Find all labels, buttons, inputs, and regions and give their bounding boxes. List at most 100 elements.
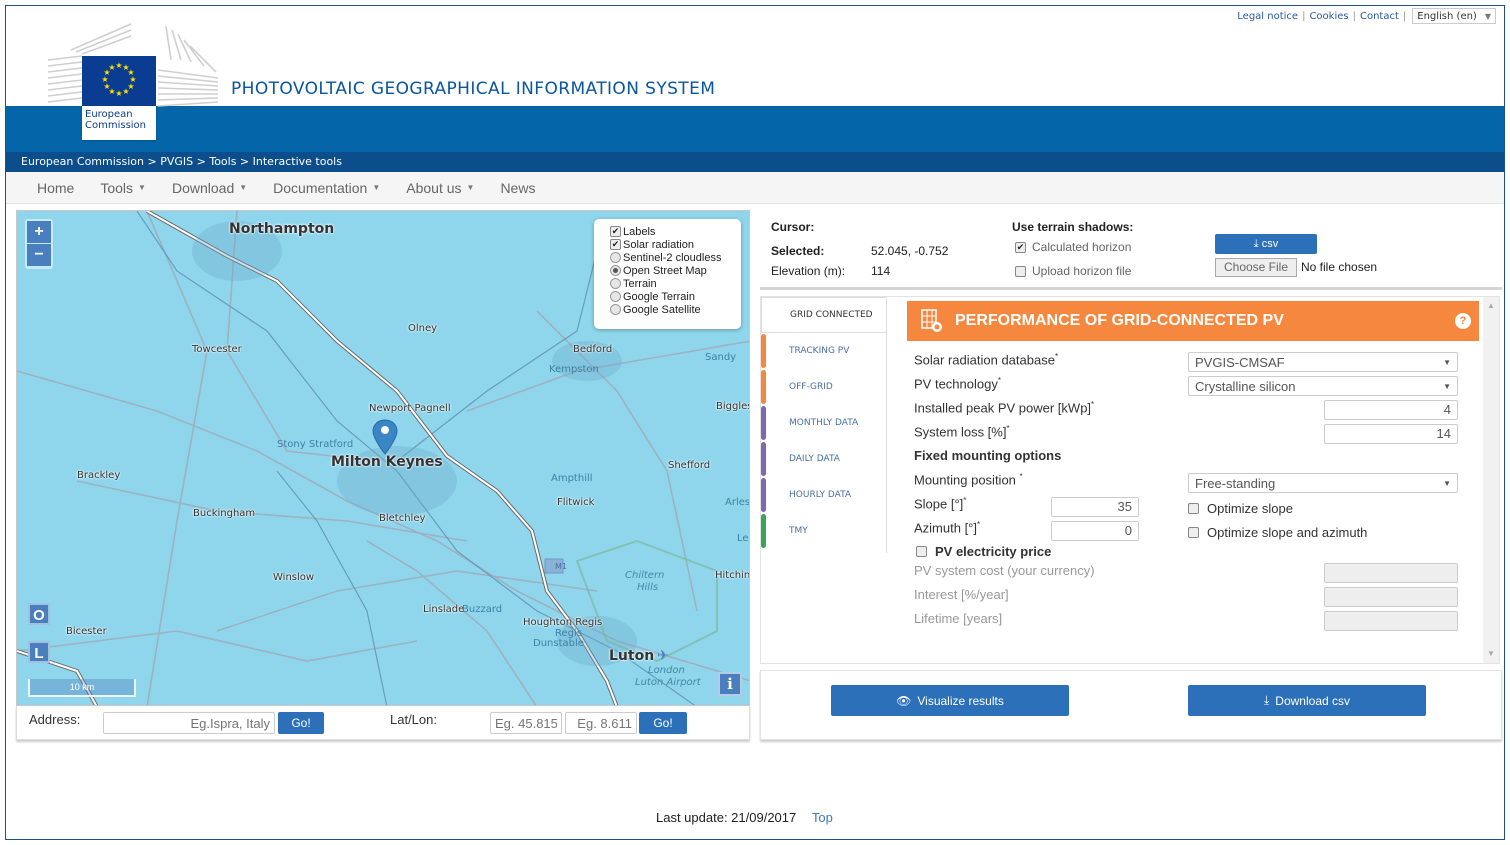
language-select[interactable]: English (en) ▼: [1412, 8, 1496, 24]
layer-radio[interactable]: [610, 304, 621, 315]
map-view[interactable]: + − Northampton Towcester Olney Bedford …: [16, 210, 750, 706]
help-icon[interactable]: ?: [1455, 313, 1471, 329]
tab-color-bar: [761, 334, 766, 368]
nav-item-news[interactable]: News: [487, 180, 548, 196]
location-pin-icon[interactable]: [372, 419, 398, 455]
pv-price-checkbox[interactable]: [916, 546, 927, 557]
info-button[interactable]: i: [718, 672, 742, 696]
layer-radio[interactable]: [610, 252, 621, 263]
map-place-label: Shefford: [668, 460, 711, 471]
visualize-results-button[interactable]: 👁 Visualize results: [831, 685, 1069, 716]
contact-link[interactable]: Contact: [1360, 11, 1399, 22]
caret-down-icon: ▼: [466, 183, 475, 192]
system-cost-input[interactable]: [1324, 563, 1458, 583]
map-place-label: Hills: [637, 582, 659, 593]
radiation-db-select[interactable]: PVGIS-CMSAF ▼: [1188, 352, 1458, 372]
nav-item-about-us[interactable]: About us ▼: [393, 180, 487, 196]
top-link[interactable]: Top: [812, 810, 833, 825]
layer-option[interactable]: ✔ Solar radiation: [610, 238, 741, 251]
map-place-label: Bicester: [66, 626, 107, 637]
interest-label: Interest [%/year]: [914, 587, 1009, 602]
optimize-slope-checkbox[interactable]: [1188, 503, 1199, 514]
tab-tracking-pv[interactable]: TRACKING PV: [761, 333, 886, 369]
layer-radio[interactable]: [610, 291, 621, 302]
address-go-button[interactable]: Go!: [278, 712, 324, 734]
nav-item-home[interactable]: Home: [24, 180, 87, 196]
nav-item-download[interactable]: Download ▼: [159, 180, 260, 196]
mounting-position-select[interactable]: Free-standing ▼: [1188, 473, 1458, 493]
tab-off-grid[interactable]: OFF-GRID: [761, 369, 886, 405]
latitude-input[interactable]: [490, 712, 562, 734]
layer-option[interactable]: ✔ Labels: [610, 225, 741, 238]
map-place-label: Houghton Regis: [523, 617, 603, 628]
azimuth-label: Azimuth [°]*: [914, 520, 981, 536]
ec-logo[interactable]: ★ ★ ★ ★ ★ ★ ★ ★ ★ ★ ★ ★ European Commission: [46, 20, 221, 140]
azimuth-input[interactable]: 0: [1051, 521, 1139, 541]
upload-horizon-checkbox[interactable]: [1015, 265, 1026, 277]
breadcrumb[interactable]: European Commission > PVGIS > Tools > In…: [6, 152, 1504, 172]
tab-hourly-data[interactable]: HOURLY DATA: [761, 477, 886, 513]
slope-input[interactable]: 35: [1051, 497, 1139, 517]
tab-grid-connected[interactable]: GRID CONNECTED: [761, 297, 886, 333]
panel-scrollbar[interactable]: ▲ ▼: [1483, 297, 1499, 663]
mounting-position-value: Free-standing: [1195, 475, 1276, 491]
system-cost-label: PV system cost (your currency): [914, 563, 1095, 578]
scroll-down-icon[interactable]: ▼: [1487, 649, 1495, 658]
interest-input[interactable]: [1324, 587, 1458, 607]
pv-technology-select[interactable]: Crystalline silicon ▼: [1188, 376, 1458, 396]
tab-daily-data[interactable]: DAILY DATA: [761, 441, 886, 477]
layer-radio[interactable]: [610, 278, 621, 289]
zoom-in-button[interactable]: +: [27, 221, 51, 243]
svg-text:★: ★: [108, 63, 115, 72]
calculated-horizon-option[interactable]: ✔ Calculated horizon: [1015, 240, 1131, 254]
tab-monthly-data[interactable]: MONTHLY DATA: [761, 405, 886, 441]
longitude-input[interactable]: [565, 712, 637, 734]
download-csv-button[interactable]: ⤓ Download csv: [1188, 685, 1426, 716]
nav-label: Download: [171, 179, 235, 196]
peak-power-input[interactable]: 4: [1324, 400, 1458, 420]
optimize-slope-azimuth-checkbox[interactable]: [1188, 527, 1199, 538]
layer-option[interactable]: Open Street Map: [610, 264, 741, 277]
map-place-label: Towcester: [192, 344, 242, 355]
airport-icon: ✈: [657, 648, 669, 664]
layer-checkbox[interactable]: ✔: [610, 239, 621, 250]
layer-option[interactable]: Sentinel-2 cloudless: [610, 251, 741, 264]
horizon-csv-button[interactable]: ⤓ csv: [1215, 234, 1317, 254]
legal-notice-link[interactable]: Legal notice: [1237, 11, 1298, 22]
solar-panel-icon: [921, 309, 942, 332]
caret-down-icon: ▼: [239, 183, 248, 192]
layer-option[interactable]: Google Terrain: [610, 290, 741, 303]
top-links: Legal notice | Cookies | Contact | Engli…: [1237, 8, 1496, 24]
optimize-slope-option[interactable]: Optimize slope: [1188, 501, 1293, 516]
zoom-out-button[interactable]: −: [27, 244, 51, 266]
tab-color-bar: [761, 478, 766, 512]
scroll-up-icon[interactable]: ▲: [1487, 301, 1495, 310]
layer-checkbox[interactable]: ✔: [610, 226, 621, 237]
latlon-go-button[interactable]: Go!: [639, 712, 687, 734]
tab-tmy[interactable]: TMY: [761, 513, 886, 549]
nav-item-tools[interactable]: Tools ▼: [87, 180, 159, 196]
lifetime-input[interactable]: [1324, 611, 1458, 631]
system-loss-input[interactable]: 14: [1324, 424, 1458, 444]
cookies-link[interactable]: Cookies: [1309, 11, 1348, 22]
upload-horizon-option[interactable]: Upload horizon file: [1015, 264, 1131, 278]
address-input[interactable]: [103, 712, 275, 734]
l-button[interactable]: L: [28, 641, 50, 663]
calculated-horizon-checkbox[interactable]: ✔: [1015, 241, 1026, 253]
last-update-text: Last update: 21/09/2017: [656, 810, 797, 825]
layer-option[interactable]: Terrain: [610, 277, 741, 290]
selected-coordinates: 52.045, -0.752: [871, 244, 949, 258]
choose-file-button[interactable]: Choose File: [1215, 258, 1297, 277]
language-value: English (en): [1417, 10, 1477, 22]
layer-option[interactable]: Google Satellite: [610, 303, 741, 316]
nav-item-documentation[interactable]: Documentation ▼: [260, 180, 393, 196]
pv-price-option[interactable]: PV electricity price: [916, 544, 1051, 559]
eye-icon: 👁: [896, 693, 912, 708]
optimize-slope-azimuth-option[interactable]: Optimize slope and azimuth: [1188, 525, 1367, 540]
system-loss-label: System loss [%]*: [914, 424, 1010, 440]
o-button[interactable]: O: [28, 603, 50, 625]
map-place-label: Buckingham: [193, 508, 256, 519]
tab-color-bar: [761, 514, 766, 548]
eu-flag: ★ ★ ★ ★ ★ ★ ★ ★ ★ ★ ★ ★: [82, 56, 156, 106]
layer-radio[interactable]: [610, 265, 621, 276]
